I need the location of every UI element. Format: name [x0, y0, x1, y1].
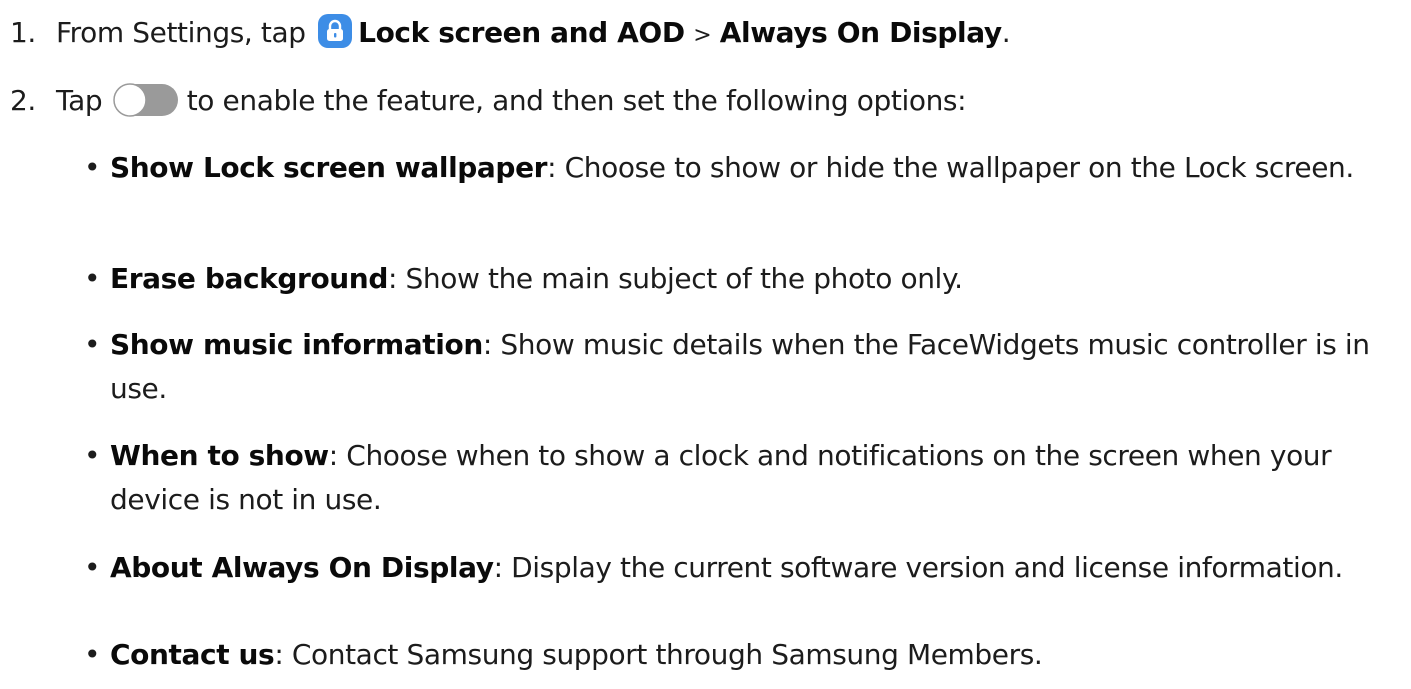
step-number: 1.: [10, 16, 36, 49]
option-text: Show music information: Show music detai…: [110, 323, 1390, 411]
option-term: Erase background: [110, 262, 388, 295]
step-prefix: Tap: [56, 84, 103, 117]
path-separator: >: [693, 23, 712, 48]
option-term: Contact us: [110, 638, 275, 671]
toggle-switch-icon: [112, 83, 179, 117]
menu-path-lock-screen: Lock screen and AOD: [358, 16, 685, 49]
step-suffix: to enable the feature, and then set the …: [186, 84, 967, 117]
bullet-icon: •: [84, 551, 101, 584]
bullet-icon: •: [84, 638, 101, 671]
step-number: 2.: [10, 84, 36, 117]
option-description: : Contact Samsung support through Samsun…: [274, 638, 1043, 671]
option-term: When to show: [110, 439, 329, 472]
bullet-icon: •: [84, 262, 101, 295]
option-term: Show music information: [110, 328, 483, 361]
option-term: About Always On Display: [110, 551, 494, 584]
step-prefix: From Settings, tap: [56, 16, 306, 49]
menu-path-always-on-display: Always On Display: [719, 16, 1002, 49]
bullet-icon: •: [84, 439, 101, 472]
lock-settings-icon: [318, 14, 353, 48]
option-text: Contact us: Contact Samsung support thro…: [110, 633, 1390, 677]
option-text: Erase background: Show the main subject …: [110, 257, 1390, 301]
bullet-icon: •: [84, 328, 101, 361]
option-text: About Always On Display: Display the cur…: [110, 546, 1390, 590]
step-suffix: .: [1001, 16, 1011, 49]
option-description: : Choose to show or hide the wallpaper o…: [547, 151, 1354, 184]
step-text: Tap to enable the feature, and then set …: [56, 81, 967, 121]
option-term: Show Lock screen wallpaper: [110, 151, 548, 184]
option-text: Show Lock screen wallpaper: Choose to sh…: [110, 146, 1390, 190]
option-description: : Display the current software version a…: [493, 551, 1344, 584]
step-text: From Settings, tap Lock screen and AOD >…: [56, 13, 1011, 56]
option-description: : Show the main subject of the photo onl…: [388, 262, 963, 295]
option-text: When to show: Choose when to show a cloc…: [110, 434, 1390, 522]
bullet-icon: •: [84, 151, 101, 184]
